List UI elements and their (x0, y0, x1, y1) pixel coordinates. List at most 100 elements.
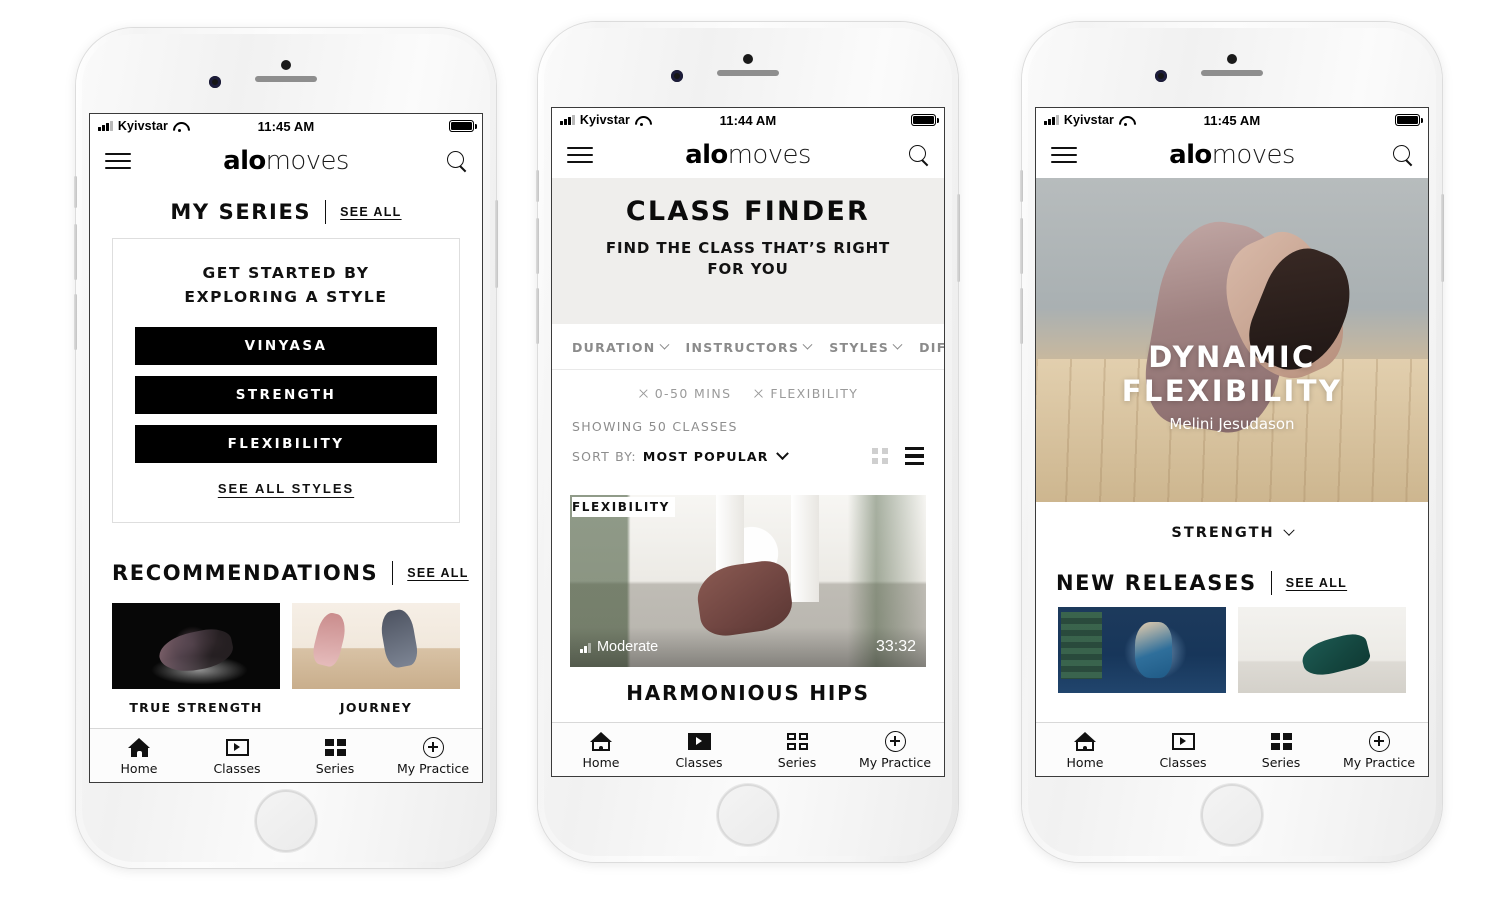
chip-flexibility[interactable]: FLEXIBILITY (753, 386, 858, 401)
front-camera-icon (743, 54, 753, 64)
see-all-link[interactable]: SEE ALL (340, 205, 401, 219)
brand-alo: alo (685, 140, 728, 170)
list-item[interactable] (1058, 607, 1226, 693)
tab-series[interactable]: Series (286, 735, 384, 776)
filter-difficulty[interactable]: DIFFICU (919, 340, 944, 355)
class-finder-hero: CLASS FINDER FIND THE CLASS THAT’S RIGHT… (552, 178, 944, 324)
filter-duration[interactable]: DURATION (572, 339, 669, 355)
hardware-home-button[interactable] (717, 784, 779, 846)
tab-my-practice[interactable]: My Practice (384, 735, 482, 776)
tab-home[interactable]: Home (552, 729, 650, 770)
proximity-sensor-icon (209, 76, 221, 88)
series-hero[interactable]: DYNAMIC FLEXIBILITY Melini Jesudason (1036, 178, 1428, 502)
style-selector[interactable]: STRENGTH (1036, 502, 1428, 545)
thumbnail-image (1058, 607, 1226, 693)
status-bar: Kyivstar 11:45 AM (90, 114, 482, 138)
style-button-strength[interactable]: STRENGTH (135, 376, 437, 415)
sort-value[interactable]: MOST POPULAR (643, 449, 769, 464)
clock-label: 11:45 AM (1203, 112, 1261, 128)
search-icon[interactable] (909, 145, 929, 165)
see-all-link[interactable]: SEE ALL (407, 566, 468, 580)
photo-column (790, 495, 820, 602)
tab-classes[interactable]: Classes (1134, 729, 1232, 770)
power-button[interactable] (495, 200, 498, 288)
mute-switch[interactable] (1020, 170, 1023, 202)
list-item[interactable]: TRUE STRENGTH (112, 603, 280, 715)
class-title: HARMONIOUS HIPS (626, 681, 870, 706)
tab-label: My Practice (396, 761, 470, 776)
search-icon[interactable] (1393, 145, 1413, 165)
tab-label: Series (315, 761, 355, 776)
chevron-down-icon (892, 339, 903, 350)
volume-down-button[interactable] (1020, 288, 1023, 344)
results-count: SHOWING 50 CLASSES (572, 419, 738, 434)
close-icon[interactable] (753, 389, 763, 399)
class-card[interactable]: FLEXIBILITY Moderate 33:32 HARMONIOUS HI… (552, 495, 944, 715)
volume-up-button[interactable] (74, 224, 77, 280)
app-bar: alomoves (1036, 132, 1428, 178)
style-button-flexibility[interactable]: FLEXIBILITY (135, 425, 437, 464)
status-bar: Kyivstar 11:45 AM (1036, 108, 1428, 132)
hardware-home-button[interactable] (1201, 784, 1263, 846)
hardware-home-button[interactable] (255, 790, 317, 852)
filter-label: INSTRUCTORS (685, 340, 800, 355)
power-button[interactable] (957, 194, 960, 282)
list-view-icon[interactable] (905, 447, 924, 466)
status-bar: Kyivstar 11:44 AM (552, 108, 944, 132)
style-button-vinyasa[interactable]: VINYASA (135, 327, 437, 366)
difficulty-badge: Moderate (580, 639, 658, 655)
sort-row: SORT BY: MOST POPULAR (552, 434, 944, 477)
brand-logo: alomoves (685, 140, 811, 170)
tab-series[interactable]: Series (1232, 729, 1330, 770)
subtitle-line2: FOR YOU (707, 260, 789, 278)
hamburger-icon[interactable] (567, 141, 593, 168)
wifi-icon (1119, 115, 1132, 126)
tab-my-practice[interactable]: My Practice (846, 729, 944, 770)
class-thumbnail: Moderate 33:32 (570, 495, 926, 668)
wifi-icon (173, 121, 186, 132)
home-icon (552, 729, 650, 753)
screen-class-finder: Kyivstar 11:44 AM alomoves CLASS FINDER … (552, 108, 944, 776)
filter-styles[interactable]: STYLES (829, 339, 903, 355)
tab-series[interactable]: Series (748, 729, 846, 770)
hamburger-icon[interactable] (105, 147, 131, 174)
brand-moves: moves (727, 140, 812, 170)
thumbnail-image (292, 603, 460, 690)
power-button[interactable] (1441, 194, 1444, 282)
tab-bar: Home Classes Series My Practice (90, 728, 482, 782)
chip-duration[interactable]: 0-50 MINS (638, 386, 732, 401)
volume-down-button[interactable] (536, 288, 539, 344)
list-item[interactable]: JOURNEY (292, 603, 460, 715)
phone-device-home: Kyivstar 11:45 AM alomoves MY SERIES SEE… (74, 28, 498, 868)
tab-label: Series (1261, 755, 1301, 770)
mute-switch[interactable] (74, 176, 77, 208)
search-icon[interactable] (447, 151, 467, 171)
tab-my-practice[interactable]: My Practice (1330, 729, 1428, 770)
volume-up-button[interactable] (536, 218, 539, 274)
close-icon[interactable] (638, 389, 648, 399)
volume-up-button[interactable] (1020, 218, 1023, 274)
grid-view-icon[interactable] (872, 448, 888, 465)
list-item[interactable] (1238, 607, 1406, 693)
plus-circle-icon (384, 735, 482, 759)
my-series-header: MY SERIES SEE ALL (90, 184, 482, 238)
battery-icon (1395, 114, 1423, 126)
mute-switch[interactable] (536, 170, 539, 202)
tab-bar: Home Classes Series My Practice (552, 722, 944, 776)
filter-instructors[interactable]: INSTRUCTORS (685, 339, 813, 355)
tab-home[interactable]: Home (90, 735, 188, 776)
brand-alo: alo (1169, 140, 1212, 170)
tab-home[interactable]: Home (1036, 729, 1134, 770)
hamburger-icon[interactable] (1051, 141, 1077, 168)
tab-classes[interactable]: Classes (188, 735, 286, 776)
hero-title-line2: FLEXIBILITY (1121, 374, 1343, 409)
chevron-down-icon[interactable] (775, 446, 789, 460)
tab-classes[interactable]: Classes (650, 729, 748, 770)
front-camera-icon (281, 60, 291, 70)
see-all-link[interactable]: SEE ALL (1286, 576, 1347, 590)
carrier-label: Kyivstar (117, 119, 169, 133)
view-toggle-group (872, 447, 924, 466)
volume-down-button[interactable] (74, 294, 77, 350)
tab-label: Classes (675, 755, 723, 770)
see-all-styles-link[interactable]: SEE ALL STYLES (135, 481, 437, 496)
